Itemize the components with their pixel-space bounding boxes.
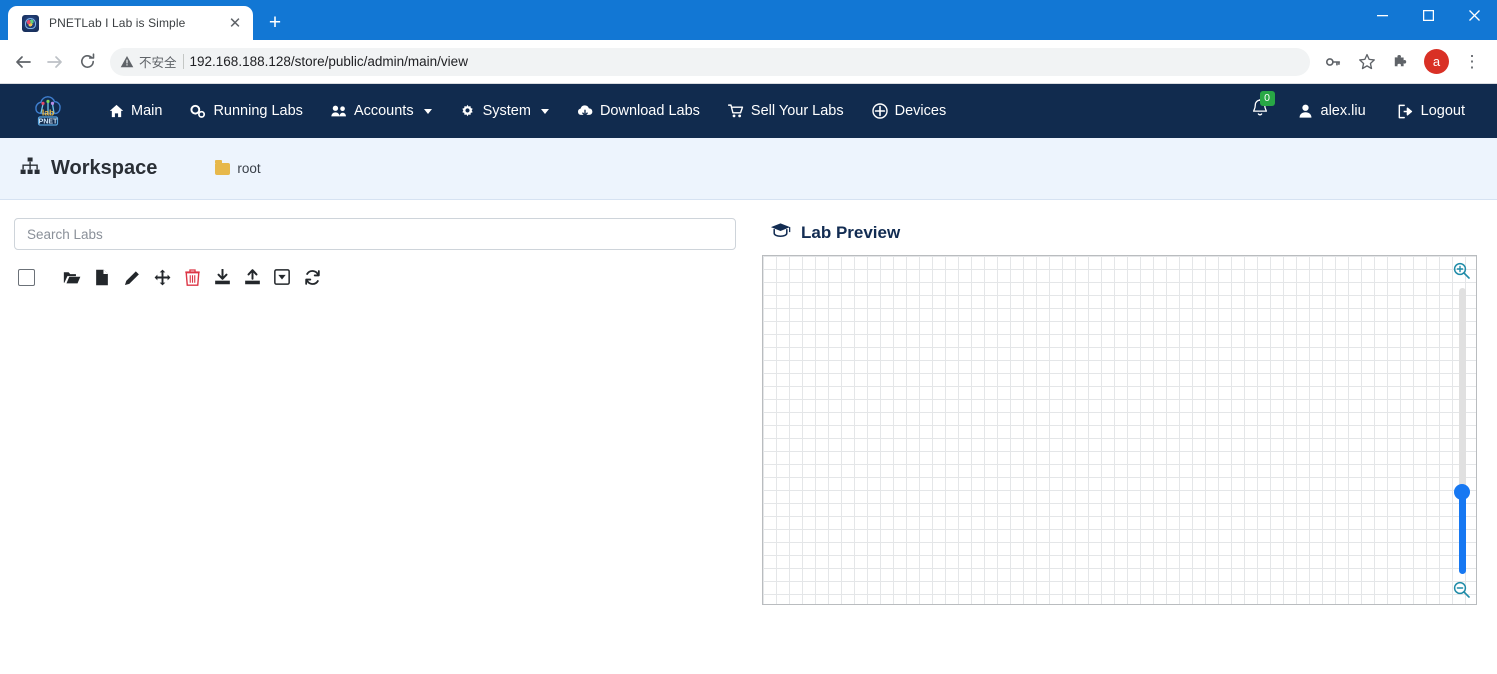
users-icon (331, 104, 347, 118)
footer: https://blog.csdn.net/weixin_50299079 (0, 660, 1497, 674)
breadcrumb[interactable]: root (215, 159, 261, 176)
nav-item-label: Running Labs (213, 103, 303, 119)
logout-label: Logout (1420, 103, 1465, 119)
username-label: alex.liu (1320, 103, 1366, 119)
nav-item-system[interactable]: System (446, 95, 563, 127)
lab-preview-title-text: Lab Preview (801, 222, 901, 242)
cart-icon (727, 104, 744, 118)
nav-item-download-labs[interactable]: Download Labs (563, 95, 714, 127)
window-controls (1359, 0, 1497, 30)
breadcrumb-label: root (237, 161, 261, 176)
browser-tab-strip: PNETLab I Lab is Simple ✕ + (0, 0, 1497, 40)
lab-preview-title: Lab Preview (770, 222, 1477, 243)
new-file-button[interactable] (87, 266, 117, 288)
graduation-cap-icon (770, 222, 791, 243)
notification-badge: 0 (1259, 91, 1275, 106)
nav-item-label: System (482, 103, 531, 119)
cloud-download-icon (577, 104, 593, 118)
insecure-warning: 不安全 (120, 52, 177, 71)
forward-icon[interactable] (40, 47, 70, 77)
app-navbar: lab PNET Main Running Labs Accounts Syst… (0, 84, 1497, 138)
move-button[interactable] (147, 266, 177, 288)
edit-button[interactable] (117, 266, 147, 288)
clone-button[interactable] (267, 266, 297, 288)
puzzle-icon[interactable] (1386, 47, 1416, 77)
chevron-down-icon (423, 108, 432, 114)
browser-tab-title: PNETLab I Lab is Simple (49, 16, 186, 30)
url-text: 192.168.188.128/store/public/admin/main/… (189, 54, 468, 69)
nav-item-devices[interactable]: Devices (858, 95, 961, 127)
chevron-down-icon (540, 108, 549, 114)
main-content: Lab Preview (0, 200, 1497, 674)
open-folder-button[interactable] (57, 266, 87, 288)
nav-item-label: Download Labs (599, 103, 700, 119)
page-title-text: Workspace (51, 157, 158, 179)
pnetlab-logo[interactable]: lab PNET (28, 91, 68, 131)
navbar-right: 0 alex.liu Logout (1240, 91, 1480, 130)
labs-toolbar (14, 266, 736, 288)
logout-button[interactable]: Logout (1384, 95, 1479, 127)
gear-icon (460, 104, 476, 119)
close-icon[interactable]: ✕ (225, 13, 245, 33)
zoom-in-icon[interactable] (1453, 262, 1470, 279)
import-button[interactable] (237, 266, 267, 288)
svg-text:PNET: PNET (39, 118, 58, 125)
address-bar[interactable]: 不安全 192.168.188.128/store/public/admin/m… (110, 47, 1310, 76)
search-input[interactable] (14, 218, 736, 250)
omnibox-separator (182, 54, 184, 69)
key-icon[interactable] (1318, 47, 1348, 77)
new-tab-button[interactable]: + (261, 8, 289, 36)
nav-item-label: Sell Your Labs (750, 103, 844, 119)
nav-item-label: Main (131, 103, 163, 119)
browser-menu-icon[interactable]: ⋮ (1457, 47, 1487, 77)
warning-triangle-icon (120, 55, 134, 67)
lab-preview-panel: Lab Preview (762, 218, 1477, 660)
folder-icon (215, 159, 231, 175)
nav-item-user[interactable]: alex.liu (1284, 95, 1380, 127)
home-icon (108, 104, 124, 118)
maximize-icon[interactable] (1405, 0, 1451, 30)
page-title: Workspace (20, 157, 157, 181)
user-icon (1298, 104, 1314, 118)
minimize-icon[interactable] (1359, 0, 1405, 30)
browser-toolbar: 不安全 192.168.188.128/store/public/admin/m… (0, 40, 1497, 84)
workspace-header: Workspace root (0, 138, 1497, 200)
insecure-label: 不安全 (139, 56, 177, 70)
profile-avatar[interactable]: a (1424, 49, 1449, 74)
zoom-slider[interactable] (1454, 288, 1470, 574)
navbar-links: Main Running Labs Accounts System Downlo… (94, 95, 1240, 127)
browser-toolbar-actions: a ⋮ (1318, 47, 1487, 77)
reload-icon[interactable] (72, 47, 102, 77)
delete-button[interactable] (177, 266, 207, 288)
logout-icon (1398, 104, 1414, 119)
labs-panel (14, 218, 736, 660)
window-close-icon[interactable] (1451, 0, 1497, 30)
nav-item-label: Accounts (353, 103, 414, 119)
zoom-slider-fill (1458, 492, 1466, 574)
star-icon[interactable] (1352, 47, 1382, 77)
plus-circle-icon (871, 103, 888, 119)
bell-icon (1250, 99, 1270, 123)
zoom-slider-thumb[interactable] (1454, 484, 1470, 500)
select-all-checkbox[interactable] (18, 268, 35, 286)
lab-preview-canvas[interactable] (762, 255, 1477, 605)
nav-item-accounts[interactable]: Accounts (317, 95, 446, 127)
refresh-button[interactable] (297, 266, 327, 288)
nav-item-running-labs[interactable]: Running Labs (176, 95, 317, 127)
nav-item-sell-your-labs[interactable]: Sell Your Labs (714, 95, 858, 127)
gears-icon (190, 104, 206, 119)
back-icon[interactable] (8, 47, 38, 77)
notifications-button[interactable]: 0 (1240, 91, 1280, 130)
sitemap-icon (20, 157, 40, 181)
export-button[interactable] (207, 266, 237, 288)
browser-tab[interactable]: PNETLab I Lab is Simple ✕ (8, 6, 253, 40)
nav-item-label: Devices (894, 103, 947, 119)
pnetlab-favicon-icon (22, 14, 39, 32)
svg-text:lab: lab (42, 108, 54, 118)
zoom-out-icon[interactable] (1453, 581, 1470, 598)
nav-item-main[interactable]: Main (94, 95, 176, 127)
